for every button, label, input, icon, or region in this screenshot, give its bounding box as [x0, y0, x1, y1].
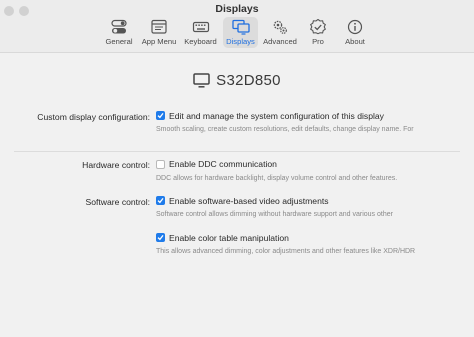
software-control-label: Software control: — [85, 197, 150, 207]
title-bar: Displays General App Menu Keyboard Displ… — [0, 0, 474, 53]
tab-keyboard-label: Keyboard — [184, 37, 217, 46]
custom-config-description: Smooth scaling, create custom resolution… — [156, 126, 414, 133]
pro-badge-icon — [310, 19, 326, 35]
tab-pro[interactable]: Pro — [305, 17, 331, 48]
custom-config-checkbox[interactable] — [156, 111, 165, 120]
preferences-toolbar: General App Menu Keyboard Displays Advan… — [0, 17, 474, 51]
color-table-option: Enable color table manipulation — [169, 233, 289, 243]
info-icon — [347, 19, 363, 35]
color-table-description: This allows advanced dimming, color adju… — [156, 248, 416, 255]
toggles-icon — [111, 19, 127, 34]
checkmark-icon — [157, 198, 164, 204]
tab-general[interactable]: General — [103, 17, 135, 48]
software-adjustments-checkbox[interactable] — [156, 196, 165, 205]
tab-pro-label: Pro — [312, 37, 324, 46]
checkmark-icon — [157, 235, 164, 241]
tab-general-label: General — [105, 37, 133, 46]
displays-pane: S32D850 Custom display configuration: Ed… — [0, 53, 474, 337]
ddc-description: DDC allows for hardware backlight, displ… — [156, 175, 398, 182]
custom-config-option: Edit and manage the system configuration… — [169, 111, 384, 121]
tab-advanced-label: Advanced — [263, 37, 297, 46]
hardware-control-label: Hardware control: — [82, 160, 150, 170]
tab-advanced[interactable]: Advanced — [261, 17, 299, 48]
displays-icon — [231, 19, 250, 35]
gears-icon — [273, 20, 287, 34]
display-header: S32D850 — [0, 72, 474, 89]
tab-app-menu-label: App Menu — [141, 37, 177, 46]
window-title: Displays — [215, 3, 259, 15]
checkmark-icon — [157, 113, 164, 119]
section-divider — [14, 151, 460, 152]
app-menu-icon — [151, 19, 167, 34]
software-adjustments-description: Software control allows dimming without … — [156, 211, 393, 218]
ddc-checkbox[interactable] — [156, 160, 165, 169]
display-name: S32D850 — [216, 72, 281, 89]
color-table-checkbox[interactable] — [156, 233, 165, 242]
tab-about[interactable]: About — [340, 17, 370, 48]
ddc-option: Enable DDC communication — [169, 159, 277, 169]
tab-app-menu[interactable]: App Menu — [139, 17, 179, 48]
keyboard-icon — [192, 21, 209, 33]
tab-displays[interactable]: Displays — [223, 17, 258, 48]
software-adjustments-option: Enable software-based video adjustments — [169, 196, 329, 206]
tab-about-label: About — [345, 37, 365, 46]
custom-config-label: Custom display configuration: — [37, 112, 150, 122]
tab-keyboard[interactable]: Keyboard — [182, 17, 219, 48]
monitor-icon — [193, 73, 210, 88]
tab-displays-label: Displays — [226, 37, 255, 46]
